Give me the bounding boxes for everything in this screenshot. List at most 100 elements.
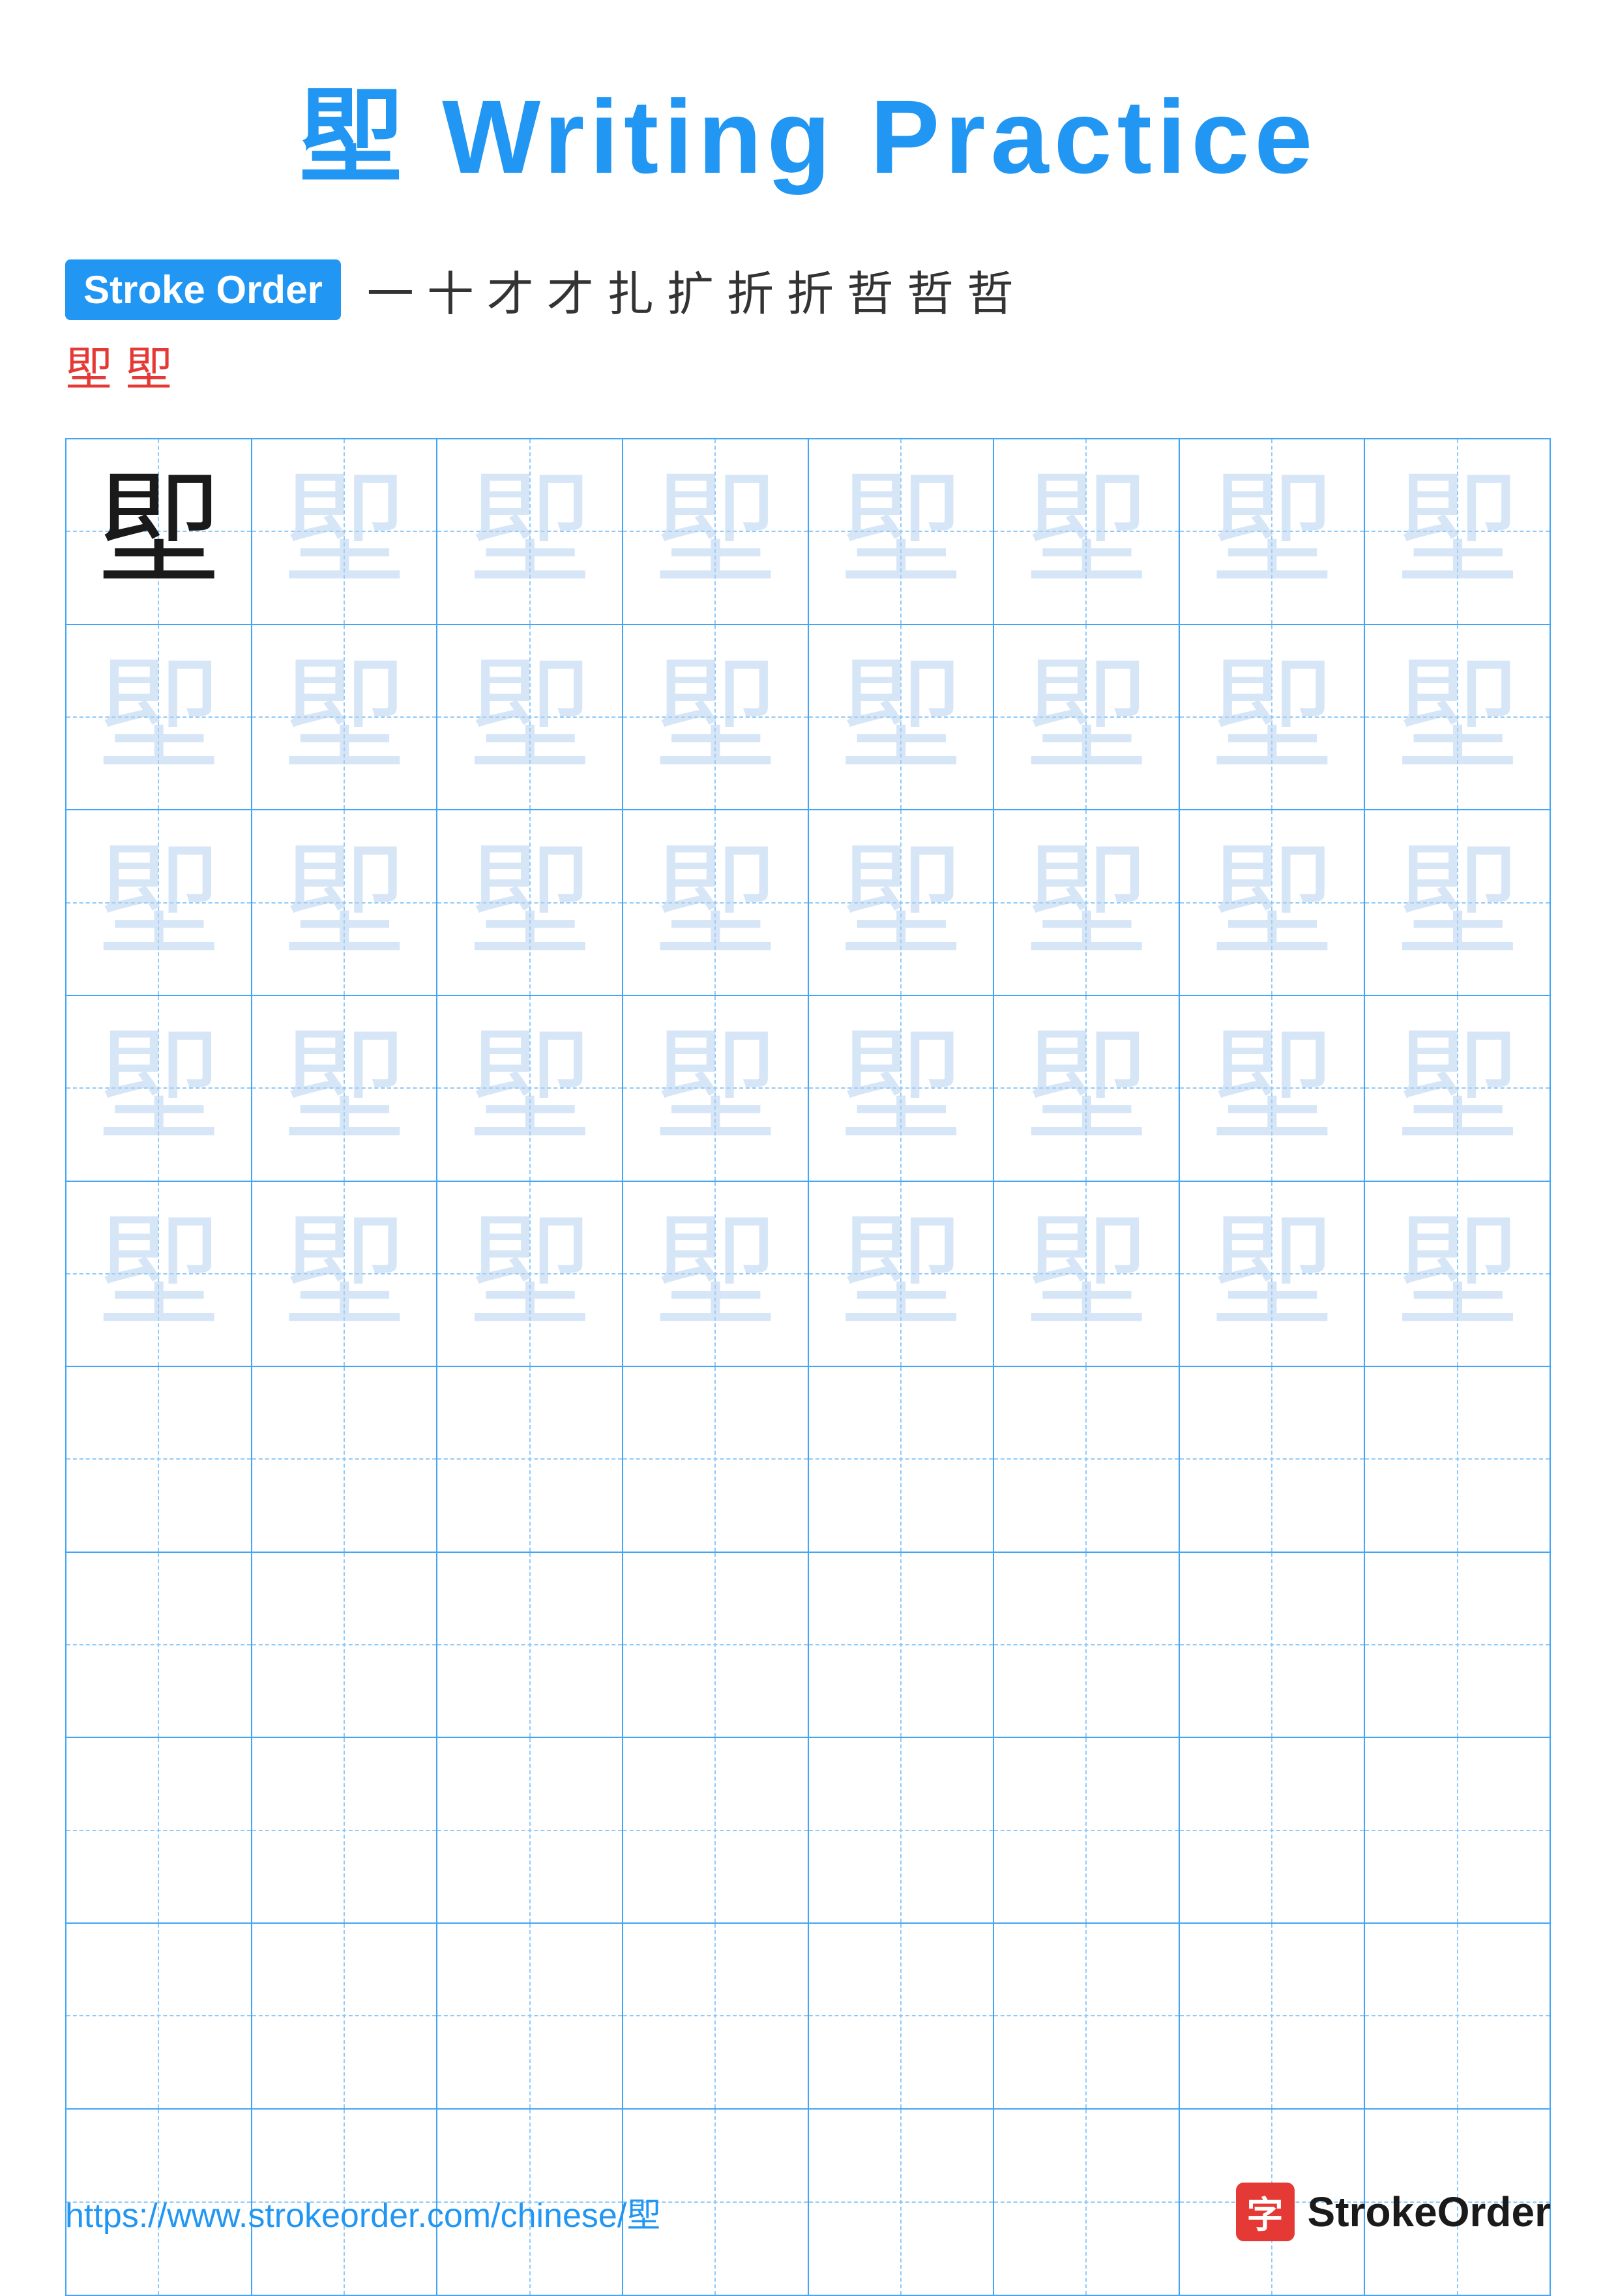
grid-cell-1-1[interactable]: 堲 [66,439,252,625]
ghost-char: 堲 [1024,1212,1148,1336]
grid-row-1: 堲 堲 堲 堲 堲 堲 堲 堲 [66,439,1550,625]
grid-cell-9-5[interactable] [809,1924,995,2110]
grid-cell-5-4[interactable]: 堲 [623,1182,809,1368]
grid-cell-7-7[interactable] [1180,1553,1366,1739]
stroke-7: 折 [727,256,774,324]
grid-cell-6-5[interactable] [809,1367,995,1553]
grid-cell-7-6[interactable] [994,1553,1180,1739]
grid-cell-9-8[interactable] [1365,1924,1550,2110]
grid-cell-6-1[interactable] [66,1367,252,1553]
ghost-char: 堲 [96,1026,220,1150]
grid-cell-3-7[interactable]: 堲 [1180,810,1366,996]
grid-cell-8-3[interactable] [437,1738,623,1924]
ghost-char: 堲 [1396,841,1520,965]
ghost-char: 堲 [282,841,406,965]
grid-cell-2-3[interactable]: 堲 [437,625,623,811]
ghost-char: 堲 [839,655,963,779]
grid-cell-3-4[interactable]: 堲 [623,810,809,996]
grid-cell-8-8[interactable] [1365,1738,1550,1924]
ghost-char: 堲 [1210,1212,1334,1336]
grid-cell-5-8[interactable]: 堲 [1365,1182,1550,1368]
grid-cell-6-7[interactable] [1180,1367,1366,1553]
grid-cell-7-2[interactable] [252,1553,438,1739]
ghost-char: 堲 [1210,1026,1334,1150]
grid-cell-7-8[interactable] [1365,1553,1550,1739]
stroke-9: 哲 [847,256,894,324]
grid-cell-2-1[interactable]: 堲 [66,625,252,811]
grid-cell-6-3[interactable] [437,1367,623,1553]
grid-cell-4-7[interactable]: 堲 [1180,996,1366,1182]
grid-row-8 [66,1738,1550,1924]
ghost-char: 堲 [1396,655,1520,779]
grid-cell-1-8[interactable]: 堲 [1365,439,1550,625]
grid-cell-4-1[interactable]: 堲 [66,996,252,1182]
grid-cell-7-1[interactable] [66,1553,252,1739]
footer-url[interactable]: https://www.strokeorder.com/chinese/堲 [65,2188,660,2237]
grid-cell-5-6[interactable]: 堲 [994,1182,1180,1368]
grid-cell-4-6[interactable]: 堲 [994,996,1180,1182]
grid-cell-8-7[interactable] [1180,1738,1366,1924]
page: 堲 Writing Practice Stroke Order 一 十 才 才 … [0,0,1616,2287]
grid-cell-4-5[interactable]: 堲 [809,996,995,1182]
grid-cell-2-5[interactable]: 堲 [809,625,995,811]
grid-cell-3-5[interactable]: 堲 [809,810,995,996]
ghost-char: 堲 [96,1212,220,1336]
ghost-char: 堲 [1396,1026,1520,1150]
grid-cell-6-4[interactable] [623,1367,809,1553]
grid-cell-8-5[interactable] [809,1738,995,1924]
grid-cell-9-4[interactable] [623,1924,809,2110]
grid-row-2: 堲 堲 堲 堲 堲 堲 堲 堲 [66,625,1550,811]
ghost-char: 堲 [653,655,777,779]
grid-cell-9-3[interactable] [437,1924,623,2110]
logo-char: 字 [1247,2186,1284,2239]
ghost-char: 堲 [653,1212,777,1336]
grid-cell-1-5[interactable]: 堲 [809,439,995,625]
grid-cell-3-8[interactable]: 堲 [1365,810,1550,996]
ghost-char: 堲 [1396,1212,1520,1336]
grid-cell-2-2[interactable]: 堲 [252,625,438,811]
grid-cell-8-6[interactable] [994,1738,1180,1924]
ghost-char: 堲 [1210,655,1334,779]
grid-cell-8-2[interactable] [252,1738,438,1924]
grid-cell-7-4[interactable] [623,1553,809,1739]
grid-cell-2-8[interactable]: 堲 [1365,625,1550,811]
grid-cell-1-2[interactable]: 堲 [252,439,438,625]
grid-cell-8-1[interactable] [66,1738,252,1924]
ghost-char: 堲 [839,841,963,965]
grid-cell-6-8[interactable] [1365,1367,1550,1553]
grid-cell-5-1[interactable]: 堲 [66,1182,252,1368]
grid-cell-2-4[interactable]: 堲 [623,625,809,811]
grid-cell-7-5[interactable] [809,1553,995,1739]
grid-cell-7-3[interactable] [437,1553,623,1739]
grid-cell-9-1[interactable] [66,1924,252,2110]
grid-cell-1-6[interactable]: 堲 [994,439,1180,625]
grid-cell-3-1[interactable]: 堲 [66,810,252,996]
grid-cell-1-7[interactable]: 堲 [1180,439,1366,625]
grid-cell-5-3[interactable]: 堲 [437,1182,623,1368]
stroke-order-label: Stroke Order [65,259,341,320]
grid-cell-4-8[interactable]: 堲 [1365,996,1550,1182]
grid-cell-1-4[interactable]: 堲 [623,439,809,625]
grid-cell-3-6[interactable]: 堲 [994,810,1180,996]
grid-cell-1-3[interactable]: 堲 [437,439,623,625]
grid-cell-9-6[interactable] [994,1924,1180,2110]
grid-cell-3-2[interactable]: 堲 [252,810,438,996]
ghost-char: 堲 [468,1212,592,1336]
grid-cell-5-7[interactable]: 堲 [1180,1182,1366,1368]
grid-cell-2-6[interactable]: 堲 [994,625,1180,811]
grid-cell-9-7[interactable] [1180,1924,1366,2110]
grid-cell-4-4[interactable]: 堲 [623,996,809,1182]
grid-cell-6-6[interactable] [994,1367,1180,1553]
grid-cell-8-4[interactable] [623,1738,809,1924]
grid-cell-6-2[interactable] [252,1367,438,1553]
grid-cell-5-2[interactable]: 堲 [252,1182,438,1368]
ghost-char: 堲 [1024,655,1148,779]
grid-cell-9-2[interactable] [252,1924,438,2110]
grid-cell-4-2[interactable]: 堲 [252,996,438,1182]
grid-cell-4-3[interactable]: 堲 [437,996,623,1182]
grid-cell-5-5[interactable]: 堲 [809,1182,995,1368]
grid-cell-3-3[interactable]: 堲 [437,810,623,996]
grid-row-5: 堲 堲 堲 堲 堲 堲 堲 堲 [66,1182,1550,1368]
grid-row-4: 堲 堲 堲 堲 堲 堲 堲 堲 [66,996,1550,1182]
grid-cell-2-7[interactable]: 堲 [1180,625,1366,811]
